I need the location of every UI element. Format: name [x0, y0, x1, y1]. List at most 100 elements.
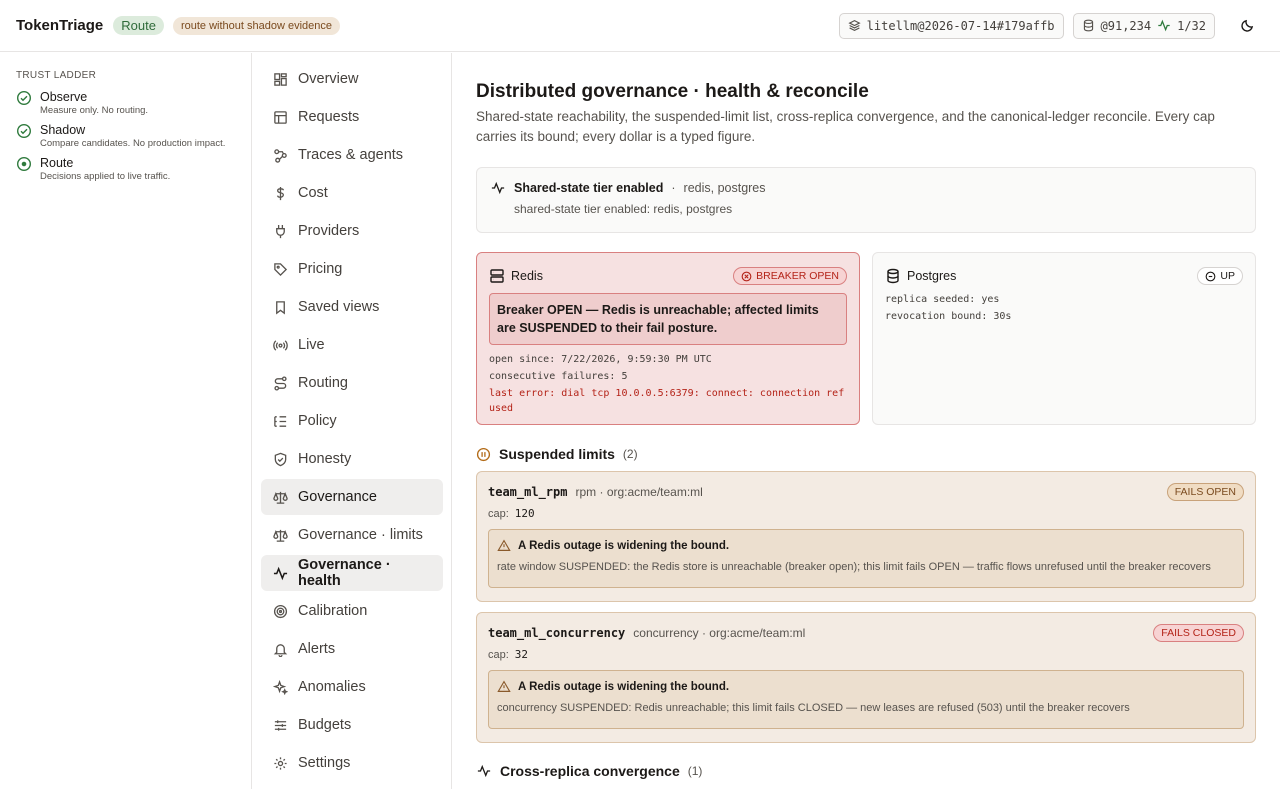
nav-label: Saved views — [298, 299, 380, 315]
radio-icon — [273, 338, 288, 353]
nav-item-providers[interactable]: Providers — [261, 213, 443, 249]
last-error: last error: dial tcp 10.0.0.5:6379: conn… — [489, 388, 845, 414]
gear-icon — [273, 756, 288, 771]
nav-label: Governance — [298, 489, 377, 505]
nav-item-overview[interactable]: Overview — [261, 61, 443, 97]
version-label: litellm@2026-07-14#179affb — [866, 18, 1055, 33]
nav-item-governance[interactable]: Governance — [261, 479, 443, 515]
check-circle-icon — [16, 90, 32, 117]
dollar-icon — [273, 186, 288, 201]
warning-title: A Redis outage is widening the bound. — [518, 680, 730, 693]
health-value: 1/32 — [1177, 18, 1206, 33]
limit-name: team_ml_rpm — [488, 485, 568, 499]
limit-meta: rpm · org:acme/team:ml — [575, 485, 703, 499]
step-name: Shadow — [40, 123, 86, 137]
tier-stores: redis, postgres — [683, 181, 766, 195]
main-content: Distributed governance · health & reconc… — [476, 53, 1256, 779]
moon-icon — [1240, 18, 1255, 33]
outage-warning: A Redis outage is widening the bound. co… — [488, 670, 1244, 729]
postgres-status-label: UP — [1220, 270, 1235, 282]
redis-name: Redis — [511, 269, 543, 283]
nav-label: Governance · limits — [298, 527, 423, 543]
nav-label: Routing — [298, 375, 348, 391]
theme-toggle-button[interactable] — [1230, 13, 1264, 39]
cap-value: 32 — [514, 648, 529, 661]
nav-label: Pricing — [298, 261, 343, 277]
warning-detail: rate window SUSPENDED: the Redis store i… — [497, 561, 1211, 573]
x-circle-icon — [741, 271, 752, 282]
nav-item-honesty[interactable]: Honesty — [261, 441, 443, 477]
nav-item-calibration[interactable]: Calibration — [261, 593, 443, 629]
step-name: Route — [40, 156, 74, 170]
nav-label: Alerts — [298, 641, 336, 657]
postgres-name: Postgres — [907, 269, 957, 283]
ledger-chip[interactable]: @91,234 1/32 — [1072, 12, 1215, 39]
breaker-status-label: BREAKER OPEN — [756, 270, 839, 282]
brand-name[interactable]: TokenTriage — [16, 17, 103, 34]
warning-triangle-icon — [497, 680, 511, 693]
tier-separator: · — [671, 181, 676, 195]
nav-item-live[interactable]: Live — [261, 327, 443, 363]
nav-item-pricing[interactable]: Pricing — [261, 251, 443, 287]
sparkle-icon — [273, 679, 288, 695]
warning-badge: route without shadow evidence — [172, 16, 340, 35]
nav-label: Requests — [298, 109, 360, 125]
limit-name: team_ml_concurrency — [488, 626, 626, 640]
sliders-icon — [273, 718, 288, 733]
redis-card: Redis BREAKER OPEN Breaker OPEN — Redis … — [476, 252, 860, 425]
bookmark-icon — [273, 300, 288, 315]
scale-icon — [273, 528, 288, 543]
postgres-status-badge: UP — [1197, 267, 1243, 285]
trace-icon — [273, 148, 288, 163]
trust-ladder: TRUST LADDER Observe Measure only. No ro… — [0, 53, 252, 789]
nav-item-requests[interactable]: Requests — [261, 99, 443, 135]
nav-label: Policy — [298, 413, 337, 429]
nav-label: Anomalies — [298, 679, 366, 695]
warning-triangle-icon — [497, 539, 511, 552]
nav-item-governance-limits[interactable]: Governance · limits — [261, 517, 443, 553]
nav-item-settings[interactable]: Settings — [261, 745, 443, 781]
nav-item-traces[interactable]: Traces & agents — [261, 137, 443, 173]
convergence-heading: Cross-replica convergence (1) — [476, 763, 1256, 779]
nav-item-routing[interactable]: Routing — [261, 365, 443, 401]
version-chip[interactable]: litellm@2026-07-14#179affb — [838, 12, 1064, 39]
consecutive-failures: consecutive failures: 5 — [489, 371, 628, 382]
nav-item-governance-health[interactable]: Governance · health — [261, 555, 443, 591]
ladder-step-observe: Observe Measure only. No routing. — [16, 90, 235, 117]
cap-value: 120 — [514, 507, 535, 520]
nav-item-saved-views[interactable]: Saved views — [261, 289, 443, 325]
nav-item-alerts[interactable]: Alerts — [261, 631, 443, 667]
limit-card: team_ml_concurrency concurrency · org:ac… — [476, 612, 1256, 743]
step-description: Decisions applied to live traffic. — [40, 171, 171, 182]
breaker-alert: Breaker OPEN — Redis is unreachable; aff… — [489, 293, 847, 345]
scale-icon — [273, 490, 288, 505]
ladder-step-route: Route Decisions applied to live traffic. — [16, 156, 235, 183]
list-icon — [273, 414, 288, 429]
trust-ladder-title: TRUST LADDER — [16, 70, 97, 81]
limit-card: team_ml_rpm rpm · org:acme/team:ml FAILS… — [476, 471, 1256, 602]
page-title: Distributed governance · health & reconc… — [476, 81, 869, 102]
grid-icon — [273, 72, 288, 87]
nav-label: Live — [298, 337, 325, 353]
breaker-status-badge: BREAKER OPEN — [733, 267, 847, 285]
plug-icon — [273, 224, 288, 239]
activity-icon — [490, 181, 506, 195]
fail-posture-badge: FAILS OPEN — [1166, 483, 1244, 501]
check-circle-icon — [1205, 271, 1216, 282]
step-description: Measure only. No routing. — [40, 105, 149, 116]
target-icon — [273, 604, 288, 619]
warning-title: A Redis outage is widening the bound. — [518, 539, 730, 552]
nav-item-anomalies[interactable]: Anomalies — [261, 669, 443, 705]
nav-label: Honesty — [298, 451, 352, 467]
tier-detail: shared-state tier enabled: redis, postgr… — [514, 202, 733, 216]
ledger-value: @91,234 — [1100, 18, 1152, 33]
warning-detail: concurrency SUSPENDED: Redis unreachable… — [497, 702, 1130, 714]
nav-item-cost[interactable]: Cost — [261, 175, 443, 211]
convergence-title: Cross-replica convergence — [500, 763, 680, 779]
ladder-step-shadow: Shadow Compare candidates. No production… — [16, 123, 235, 150]
nav-item-budgets[interactable]: Budgets — [261, 707, 443, 743]
bell-icon — [273, 642, 288, 657]
database-icon — [885, 268, 901, 284]
nav-item-policy[interactable]: Policy — [261, 403, 443, 439]
postgres-card: Postgres UP replica seeded: yes revocati… — [872, 252, 1256, 425]
